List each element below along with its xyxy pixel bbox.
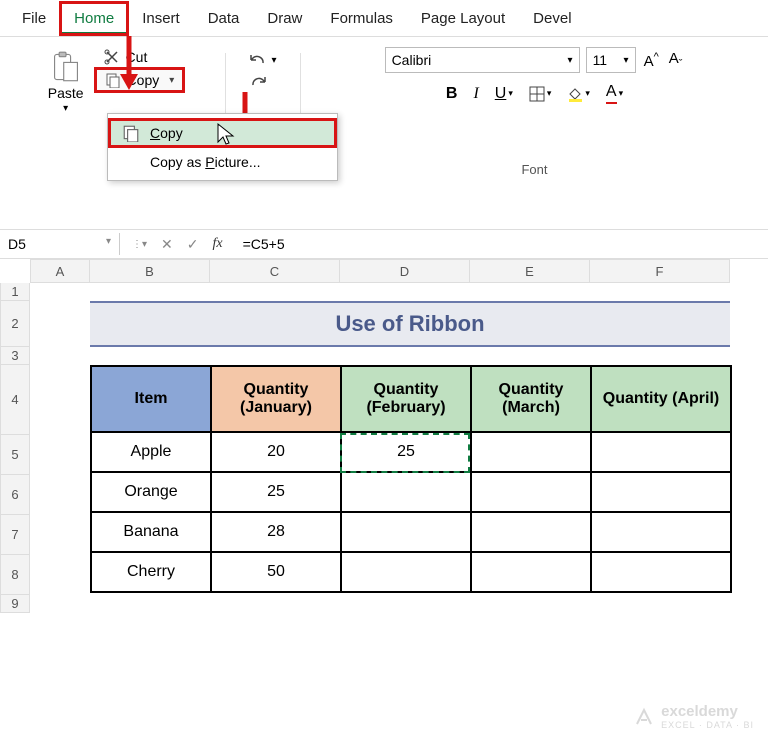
header-item: Item (91, 366, 211, 432)
watermark: exceldemy EXCEL · DATA · BI (633, 703, 754, 730)
insert-function-button[interactable]: fx (213, 236, 223, 252)
paste-clipboard-icon (52, 51, 80, 83)
group-font: Calibri▾ 11▾ A^ Aˇ B I U▾ ▾ ▾ A▾ Font (301, 47, 768, 181)
name-box[interactable]: D5▾ (0, 233, 120, 255)
paste-label: Paste (48, 85, 84, 101)
row-header[interactable]: 6 (0, 475, 30, 515)
decrease-font-button[interactable]: Aˇ (667, 50, 685, 70)
row-header[interactable]: 1 (0, 283, 30, 301)
underline-button[interactable]: U▾ (495, 85, 513, 103)
column-header[interactable]: E (470, 259, 590, 283)
row-header[interactable]: 8 (0, 555, 30, 595)
column-header[interactable]: F (590, 259, 730, 283)
tab-file[interactable]: File (8, 4, 60, 33)
redo-button[interactable] (249, 75, 276, 89)
table-row[interactable]: Orange25 (91, 472, 731, 512)
row-header[interactable]: 2 (0, 301, 30, 347)
column-header[interactable]: D (340, 259, 470, 283)
group-label-font: Font (301, 162, 768, 177)
worksheet-grid[interactable]: ABCDEF 123456789 Use of Ribbon Item Quan… (0, 259, 768, 613)
tab-insert[interactable]: Insert (128, 4, 194, 33)
formula-bar: D5▾ ⋮▾ ✕ ✓ fx =C5+5 (0, 229, 768, 259)
font-color-button[interactable]: A▾ (606, 83, 623, 104)
tab-draw[interactable]: Draw (253, 4, 316, 33)
annotation-arrow (116, 36, 142, 90)
table-row[interactable]: Banana28 (91, 512, 731, 552)
row-header[interactable]: 5 (0, 435, 30, 475)
borders-button[interactable]: ▾ (529, 86, 552, 102)
copy-icon (122, 124, 140, 142)
header-march: Quantity (March) (471, 366, 591, 432)
row-header[interactable]: 3 (0, 347, 30, 365)
confirm-edit-button[interactable]: ✓ (187, 236, 199, 253)
undo-button[interactable]: ▾ (249, 53, 276, 67)
tab-formulas[interactable]: Formulas (316, 4, 407, 33)
ribbon-tabs: File Home Insert Data Draw Formulas Page… (0, 0, 768, 36)
header-january: Quantity (January) (211, 366, 341, 432)
header-april: Quantity (April) (591, 366, 731, 432)
sheet-title: Use of Ribbon (90, 301, 730, 347)
borders-icon (529, 86, 545, 102)
table-row[interactable]: Cherry50 (91, 552, 731, 592)
italic-button[interactable]: I (473, 85, 478, 103)
redo-icon (249, 75, 269, 89)
font-size-select[interactable]: 11▾ (586, 47, 636, 73)
logo-icon (633, 706, 655, 728)
row-header[interactable]: 9 (0, 595, 30, 613)
chevron-down-icon: ▾ (63, 103, 68, 114)
paste-button[interactable]: Paste ▾ (42, 47, 90, 118)
tab-page-layout[interactable]: Page Layout (407, 4, 519, 33)
mouse-cursor-icon (216, 122, 236, 148)
paint-bucket-icon (567, 86, 583, 102)
row-header[interactable]: 7 (0, 515, 30, 555)
fill-color-button[interactable]: ▾ (567, 86, 590, 102)
formula-input[interactable]: =C5+5 (235, 236, 285, 252)
table-row[interactable]: Apple2025 (91, 432, 731, 472)
data-table: Item Quantity (January) Quantity (Februa… (90, 365, 732, 593)
tab-home[interactable]: Home (60, 2, 128, 35)
column-header[interactable]: C (210, 259, 340, 283)
increase-font-button[interactable]: A^ (642, 51, 661, 70)
chevron-down-icon[interactable]: ▾ (169, 75, 174, 86)
tab-developer[interactable]: Devel (519, 4, 585, 33)
cell-edit-dropdown[interactable]: ⋮▾ (132, 239, 147, 250)
undo-icon (249, 53, 269, 67)
menu-copy-as-picture[interactable]: Copy as Picture... (108, 148, 337, 176)
header-february: Quantity (February) (341, 366, 471, 432)
column-header[interactable]: B (90, 259, 210, 283)
tab-data[interactable]: Data (194, 4, 254, 33)
column-header[interactable]: A (30, 259, 90, 283)
row-header[interactable]: 4 (0, 365, 30, 435)
font-name-select[interactable]: Calibri▾ (385, 47, 580, 73)
cancel-edit-button[interactable]: ✕ (161, 236, 173, 253)
bold-button[interactable]: B (446, 85, 458, 103)
